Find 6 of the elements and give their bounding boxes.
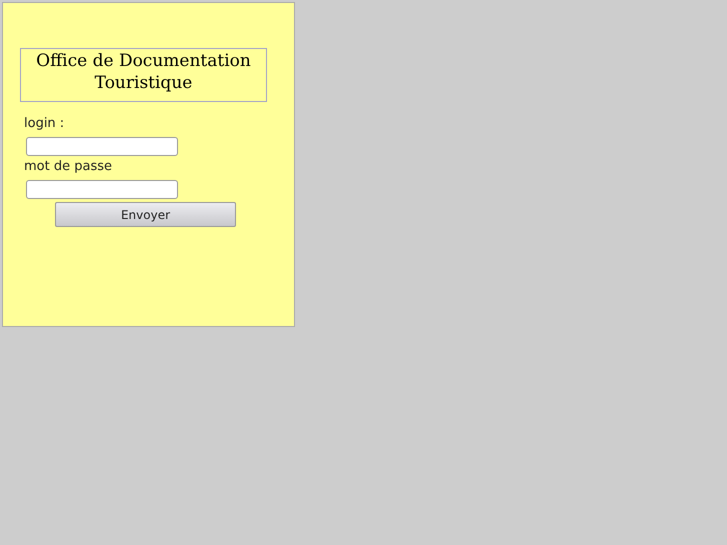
send-button[interactable]: Envoyer: [55, 202, 236, 227]
field-label: login :: [24, 116, 64, 132]
input-field[interactable]: [26, 180, 178, 199]
input-field[interactable]: [26, 137, 178, 156]
site-title: Office de Documentation Touristique: [20, 48, 267, 102]
field-label: mot de passe: [24, 159, 112, 175]
